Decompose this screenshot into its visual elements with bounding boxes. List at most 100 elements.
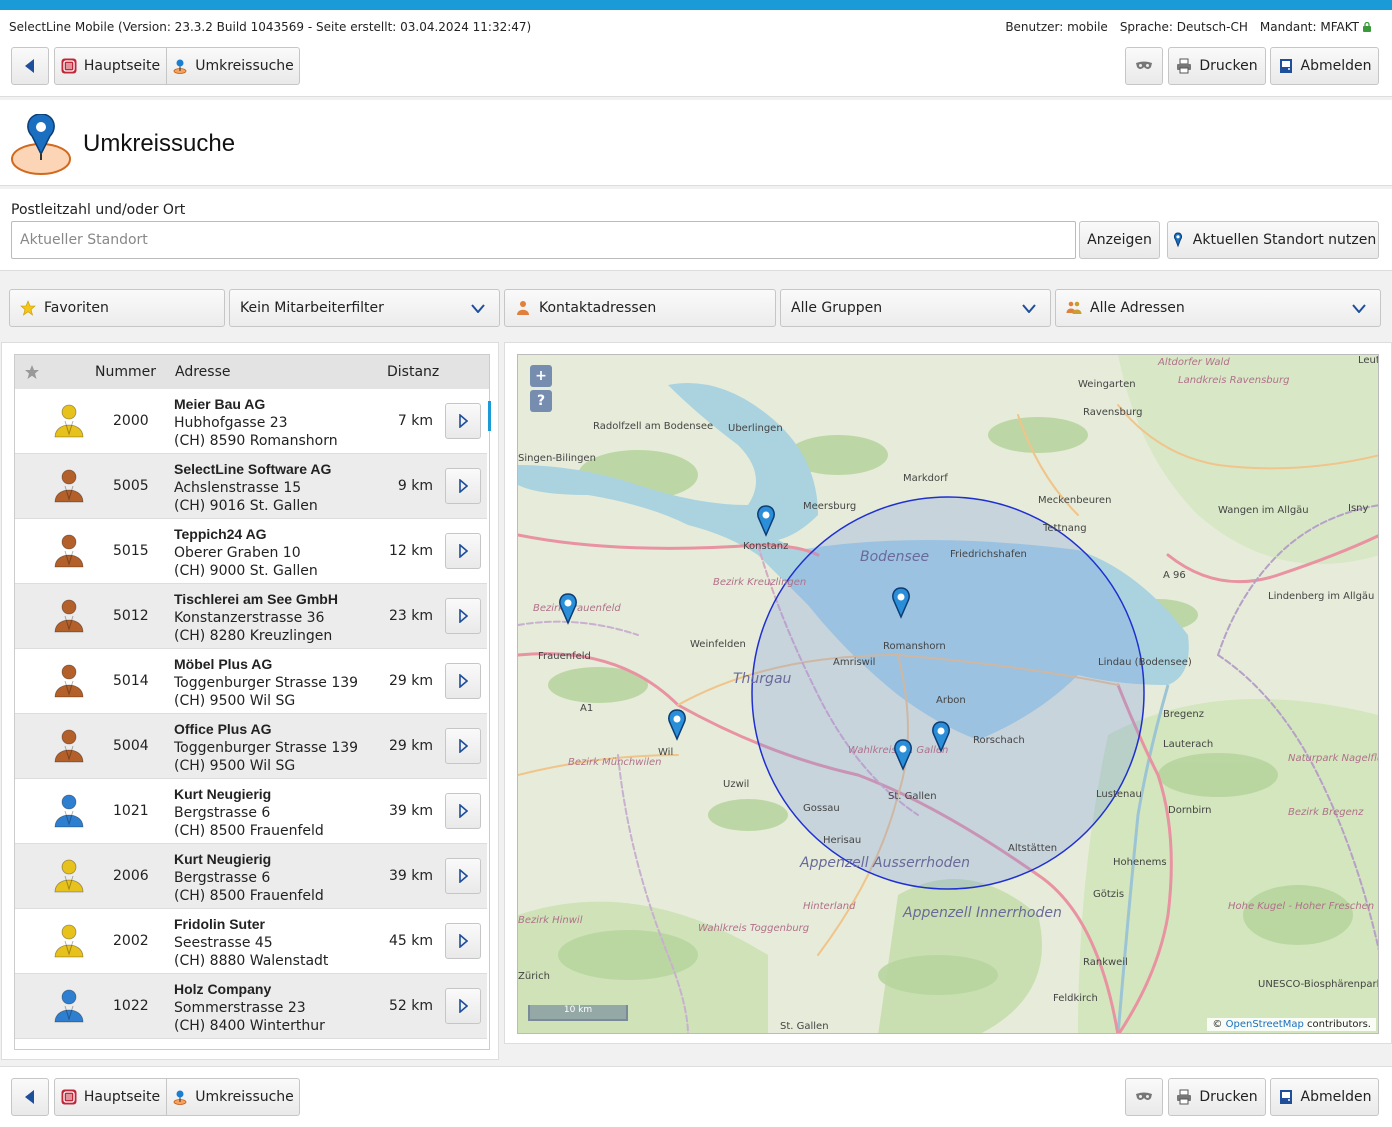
favorites-filter-button[interactable]: Favoriten: [9, 289, 225, 327]
employee-filter-select[interactable]: Kein Mitarbeiterfilter: [229, 289, 500, 327]
location-pin-icon: [173, 1090, 187, 1105]
map-marker-icon[interactable]: [890, 587, 912, 619]
breadcrumb-label: Umkreissuche: [195, 58, 294, 74]
row-city: (CH) 9000 St. Gallen: [174, 563, 318, 579]
table-row[interactable]: 5004 Office Plus AG Toggenburger Strasse 1…: [15, 714, 487, 779]
row-detail-button[interactable]: [445, 858, 481, 894]
show-button[interactable]: Anzeigen: [1079, 221, 1160, 259]
map-place-label: Lindenberg im Allgäu: [1268, 591, 1375, 602]
contact-addresses-button[interactable]: Kontaktadressen: [504, 289, 776, 327]
map-place-label: Rankweil: [1083, 957, 1128, 968]
favorite-column-star-icon[interactable]: [24, 364, 40, 380]
row-distance: 12 km: [388, 543, 433, 559]
row-detail-button[interactable]: [445, 923, 481, 959]
map-place-label: Herisau: [823, 835, 862, 846]
table-row[interactable]: 2000 Meier Bau AG Hubhofgasse 23 (CH) 8590 …: [15, 389, 487, 454]
print-button[interactable]: Drucken: [1168, 47, 1266, 85]
map-place-label: Tettnang: [1043, 523, 1087, 534]
back-button-bottom[interactable]: [11, 1078, 49, 1116]
logout-button[interactable]: Abmelden: [1270, 47, 1379, 85]
row-detail-button[interactable]: [445, 533, 481, 569]
home-button-bottom[interactable]: Hauptseite: [54, 1078, 167, 1116]
table-row[interactable]: 2002 Fridolin Suter Seestrasse 45 (CH) 8880…: [15, 909, 487, 974]
row-city: (CH) 8880 Walenstadt: [174, 953, 329, 969]
row-detail-button[interactable]: [445, 468, 481, 504]
chevron-down-icon: [471, 304, 485, 313]
group-filter-select[interactable]: Alle Gruppen: [780, 289, 1051, 327]
map-marker-icon[interactable]: [557, 593, 579, 625]
row-number: 5014: [113, 673, 149, 689]
table-row[interactable]: 5012 Tischlerei am See GmbH Konstanzerstra…: [15, 584, 487, 649]
row-company-name: Office Plus AG: [174, 721, 272, 737]
mask-button[interactable]: [1125, 47, 1163, 85]
table-row[interactable]: 5015 Teppich24 AG Oberer Graben 10 (CH) 900…: [15, 519, 487, 584]
map-marker-icon[interactable]: [930, 721, 952, 753]
map-marker-icon[interactable]: [755, 505, 777, 537]
row-detail-button[interactable]: [445, 403, 481, 439]
row-city: (CH) 8590 Romanshorn: [174, 433, 338, 449]
print-button-label: Drucken: [1199, 1089, 1258, 1105]
map-place-label: Amriswil: [833, 657, 876, 668]
chevron-right-icon: [458, 869, 468, 883]
row-company-name: Kurt Neugierig: [174, 786, 272, 802]
row-street: Seestrasse 45: [174, 935, 273, 951]
row-distance: 23 km: [388, 608, 433, 624]
row-street: Achslenstrasse 15: [174, 480, 302, 496]
mask-button-bottom[interactable]: [1125, 1078, 1163, 1116]
openstreetmap-link[interactable]: OpenStreetMap: [1226, 1019, 1304, 1030]
map-help-button[interactable]: ?: [530, 390, 552, 412]
logout-button-bottom[interactable]: Abmelden: [1270, 1078, 1379, 1116]
row-address: Kurt Neugierig Bergstrasse 6 (CH) 8500 Fra…: [174, 850, 324, 905]
map-marker-icon[interactable]: [892, 739, 914, 771]
map-view[interactable]: Altdorfer Wald Weingarten Landkreis Ravens…: [517, 354, 1379, 1034]
back-button[interactable]: [11, 47, 49, 85]
location-search-input[interactable]: [11, 221, 1076, 259]
column-header-address[interactable]: Adresse: [175, 364, 230, 380]
breadcrumb-umkreissuche-bottom[interactable]: Umkreissuche: [166, 1078, 300, 1116]
print-button-bottom[interactable]: Drucken: [1168, 1078, 1266, 1116]
breadcrumb-umkreissuche[interactable]: Umkreissuche: [166, 47, 300, 85]
address-type-select[interactable]: Alle Adressen: [1055, 289, 1381, 327]
table-row[interactable]: 5014 Möbel Plus AG Toggenburger Strasse 13…: [15, 649, 487, 714]
table-row[interactable]: 1022 Holz Company Sommerstrasse 23 (CH) 840…: [15, 974, 487, 1039]
map-place-label: Uberlingen: [728, 423, 783, 434]
table-row[interactable]: 1021 Kurt Neugierig Bergstrasse 6 (CH) 8500…: [15, 779, 487, 844]
search-label: Postleitzahl und/oder Ort: [11, 202, 186, 218]
chevron-right-icon: [458, 414, 468, 428]
map-attribution: © OpenStreetMap contributors.: [1207, 1018, 1376, 1031]
home-button[interactable]: Hauptseite: [54, 47, 167, 85]
list-scrollbar[interactable]: [488, 401, 491, 431]
info-bar: SelectLine Mobile (Version: 23.3.2 Build…: [0, 10, 1392, 42]
row-address: Meier Bau AG Hubhofgasse 23 (CH) 8590 Roma…: [174, 395, 338, 450]
row-detail-button[interactable]: [445, 598, 481, 634]
column-header-distance[interactable]: Distanz: [387, 364, 439, 380]
row-detail-button[interactable]: [445, 663, 481, 699]
person-yellow-icon: [54, 404, 84, 438]
person-blue-icon: [54, 794, 84, 828]
map-place-label: Altdorfer Wald: [1158, 357, 1230, 368]
top-accent-bar: [0, 0, 1392, 10]
printer-icon: [1177, 1089, 1192, 1105]
user-info: Benutzer: mobile: [1005, 20, 1108, 34]
row-address: Tischlerei am See GmbH Konstanzerstrasse …: [174, 590, 338, 645]
chevron-right-icon: [458, 999, 468, 1013]
chevron-right-icon: [458, 609, 468, 623]
table-row[interactable]: 2006 Kurt Neugierig Bergstrasse 6 (CH) 8500…: [15, 844, 487, 909]
row-company-name: Meier Bau AG: [174, 396, 266, 412]
row-detail-button[interactable]: [445, 793, 481, 829]
page-title: Umkreissuche: [83, 130, 236, 157]
row-number: 2006: [113, 868, 149, 884]
row-detail-button[interactable]: [445, 728, 481, 764]
zoom-in-button[interactable]: +: [530, 365, 552, 387]
use-current-location-button[interactable]: Aktuellen Standort nutzen: [1167, 221, 1379, 259]
table-row[interactable]: 5005 SelectLine Software AG Achslenstrasse…: [15, 454, 487, 519]
chevron-right-icon: [458, 934, 468, 948]
row-distance: 52 km: [388, 998, 433, 1014]
row-number: 5015: [113, 543, 149, 559]
row-detail-button[interactable]: [445, 988, 481, 1024]
row-number: 5004: [113, 738, 149, 754]
row-street: Sommerstrasse 23: [174, 1000, 306, 1016]
row-distance: 7 km: [397, 413, 433, 429]
map-marker-icon[interactable]: [666, 709, 688, 741]
column-header-number[interactable]: Nummer: [95, 364, 156, 380]
